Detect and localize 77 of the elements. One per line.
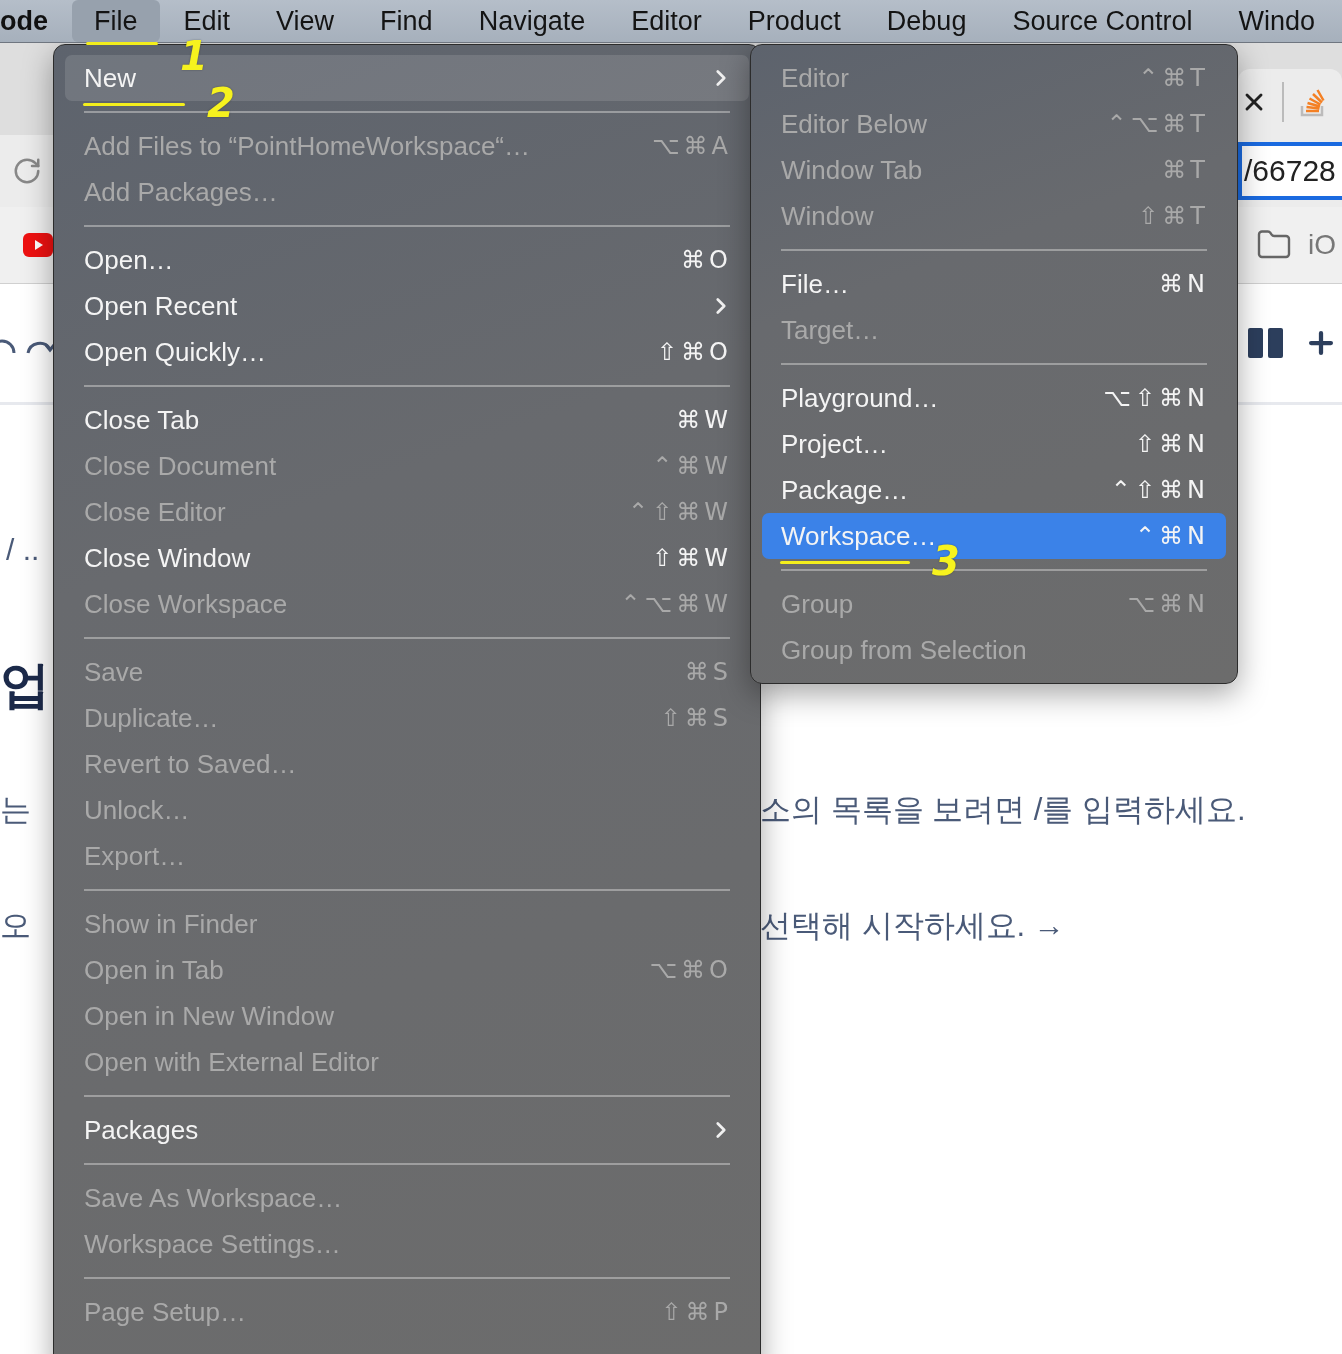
menu-item[interactable]: Add Packages…	[65, 169, 749, 215]
menu-item[interactable]: Close Editor ⌃⇧⌘W	[65, 489, 749, 535]
shortcut-label: ⌃⇧⌘N	[1110, 476, 1209, 504]
shortcut-label: ⇧⌘O	[657, 338, 732, 366]
menu-item[interactable]: Target…	[762, 307, 1226, 353]
body-text: 소의 목록을 보려면 /를 입력하세요.	[760, 791, 1246, 829]
menu-item[interactable]: Group ⌥⌘N	[762, 581, 1226, 627]
shortcut-label: ⇧⌘T	[1138, 202, 1209, 230]
body-text: 오	[0, 907, 31, 945]
menu-item[interactable]: Open in New Window	[65, 993, 749, 1039]
menu-bar-item[interactable]: Debug	[864, 0, 989, 42]
body-text: 선택해 시작하세요. →	[760, 907, 1065, 945]
bookmark-label[interactable]: iO	[1308, 229, 1336, 261]
menu-bar-item[interactable]: Product	[725, 0, 863, 42]
shortcut-label: ⌃⌥⌘W	[620, 590, 732, 618]
menu-bar-item[interactable]: Editor	[609, 0, 724, 42]
menu-bar-item[interactable]: Windo	[1216, 0, 1338, 42]
shortcut-label: ⌘N	[1159, 270, 1209, 298]
shortcut-label: ⇧⌘N	[1134, 430, 1209, 458]
shortcut-label: ⌘O	[681, 246, 732, 274]
menu-item[interactable]: Save ⌘S	[65, 649, 749, 695]
page-heading: 업	[0, 655, 50, 715]
menu-item[interactable]: Workspace Settings…	[65, 1221, 749, 1267]
menu-item[interactable]: Open Quickly… ⇧⌘O	[65, 329, 749, 375]
menu-item[interactable]: Duplicate… ⇧⌘S	[65, 695, 749, 741]
app-menu[interactable]: ode	[0, 5, 70, 37]
address-field[interactable]: /66728	[1238, 142, 1342, 200]
shortcut-label: ⌘T	[1162, 156, 1209, 184]
menu-item[interactable]: Show in Finder	[65, 901, 749, 947]
shortcut-label: ⌃⇧⌘W	[628, 498, 732, 526]
shortcut-label: ⌃⌘W	[652, 452, 732, 480]
menu-item[interactable]: Close Window ⇧⌘W	[65, 535, 749, 581]
menu-item[interactable]: Editor ⌃⌘T	[762, 55, 1226, 101]
menu-item[interactable]: Open Recent	[65, 283, 749, 329]
menu-bar-item[interactable]: Source Control	[990, 0, 1215, 42]
shortcut-label: ⇧⌘S	[660, 704, 732, 732]
menu-item[interactable]: Close Document ⌃⌘W	[65, 443, 749, 489]
annotation-underline	[86, 42, 158, 45]
menu-item[interactable]: Unlock…	[65, 787, 749, 833]
menu-bar-item[interactable]: Find	[358, 0, 455, 42]
menu-item[interactable]: Revert to Saved…	[65, 741, 749, 787]
menu-item[interactable]: Group from Selection	[762, 627, 1226, 673]
menu-item[interactable]: Save As Workspace…	[65, 1175, 749, 1221]
breadcrumb: / ..	[5, 532, 40, 568]
menu-item[interactable]: Packages	[65, 1107, 749, 1153]
menu-item[interactable]: Window Tab ⌘T	[762, 147, 1226, 193]
shortcut-label: ⌥⇧⌘N	[1103, 384, 1209, 412]
menu-item[interactable]: Page Setup… ⇧⌘P	[65, 1289, 749, 1335]
menu-bar-item[interactable]: File	[72, 0, 160, 42]
shortcut-label: ⇧⌘P	[661, 1298, 732, 1326]
shortcut-label: ⌘S	[684, 658, 732, 686]
shortcut-label: ⌥⌘O	[649, 956, 732, 984]
menu-item[interactable]: Close Tab ⌘W	[65, 397, 749, 443]
shortcut-label: ⌥⌘N	[1127, 590, 1209, 618]
menu-item[interactable]: Window ⇧⌘T	[762, 193, 1226, 239]
menu-item[interactable]: Editor Below ⌃⌥⌘T	[762, 101, 1226, 147]
menu-item[interactable]: File… ⌘N	[762, 261, 1226, 307]
menu-item[interactable]: Open with External Editor	[65, 1039, 749, 1085]
shortcut-label: ⇧⌘W	[652, 544, 732, 572]
shortcut-label: ⌥⌘A	[651, 132, 732, 160]
menu-item[interactable]: Export…	[65, 833, 749, 879]
shortcut-label: ⌃⌘N	[1134, 522, 1209, 550]
body-text: 는	[0, 791, 31, 829]
menu-item[interactable]: Open in Tab ⌥⌘O	[65, 947, 749, 993]
video-logo-icon[interactable]	[22, 233, 53, 257]
columns-icon[interactable]	[1248, 328, 1284, 358]
shortcut-label: ⌃⌘T	[1138, 64, 1209, 92]
menu-bar-item[interactable]: Navigate	[456, 0, 608, 42]
menu-item[interactable]: Playground… ⌥⇧⌘N	[762, 375, 1226, 421]
menu-item[interactable]: Add Files to “PointHomeWorkspace“… ⌥⌘A	[65, 123, 749, 169]
menu-item[interactable]: Close Workspace ⌃⌥⌘W	[65, 581, 749, 627]
menu-item[interactable]: Open… ⌘O	[65, 237, 749, 283]
shortcut-label: ⌃⌥⌘T	[1106, 110, 1209, 138]
menu-item[interactable]: Package… ⌃⇧⌘N	[762, 467, 1226, 513]
menu-bar-item[interactable]: View	[254, 0, 357, 42]
menu-item[interactable]: Project… ⇧⌘N	[762, 421, 1226, 467]
shortcut-label: ⌘W	[676, 406, 732, 434]
